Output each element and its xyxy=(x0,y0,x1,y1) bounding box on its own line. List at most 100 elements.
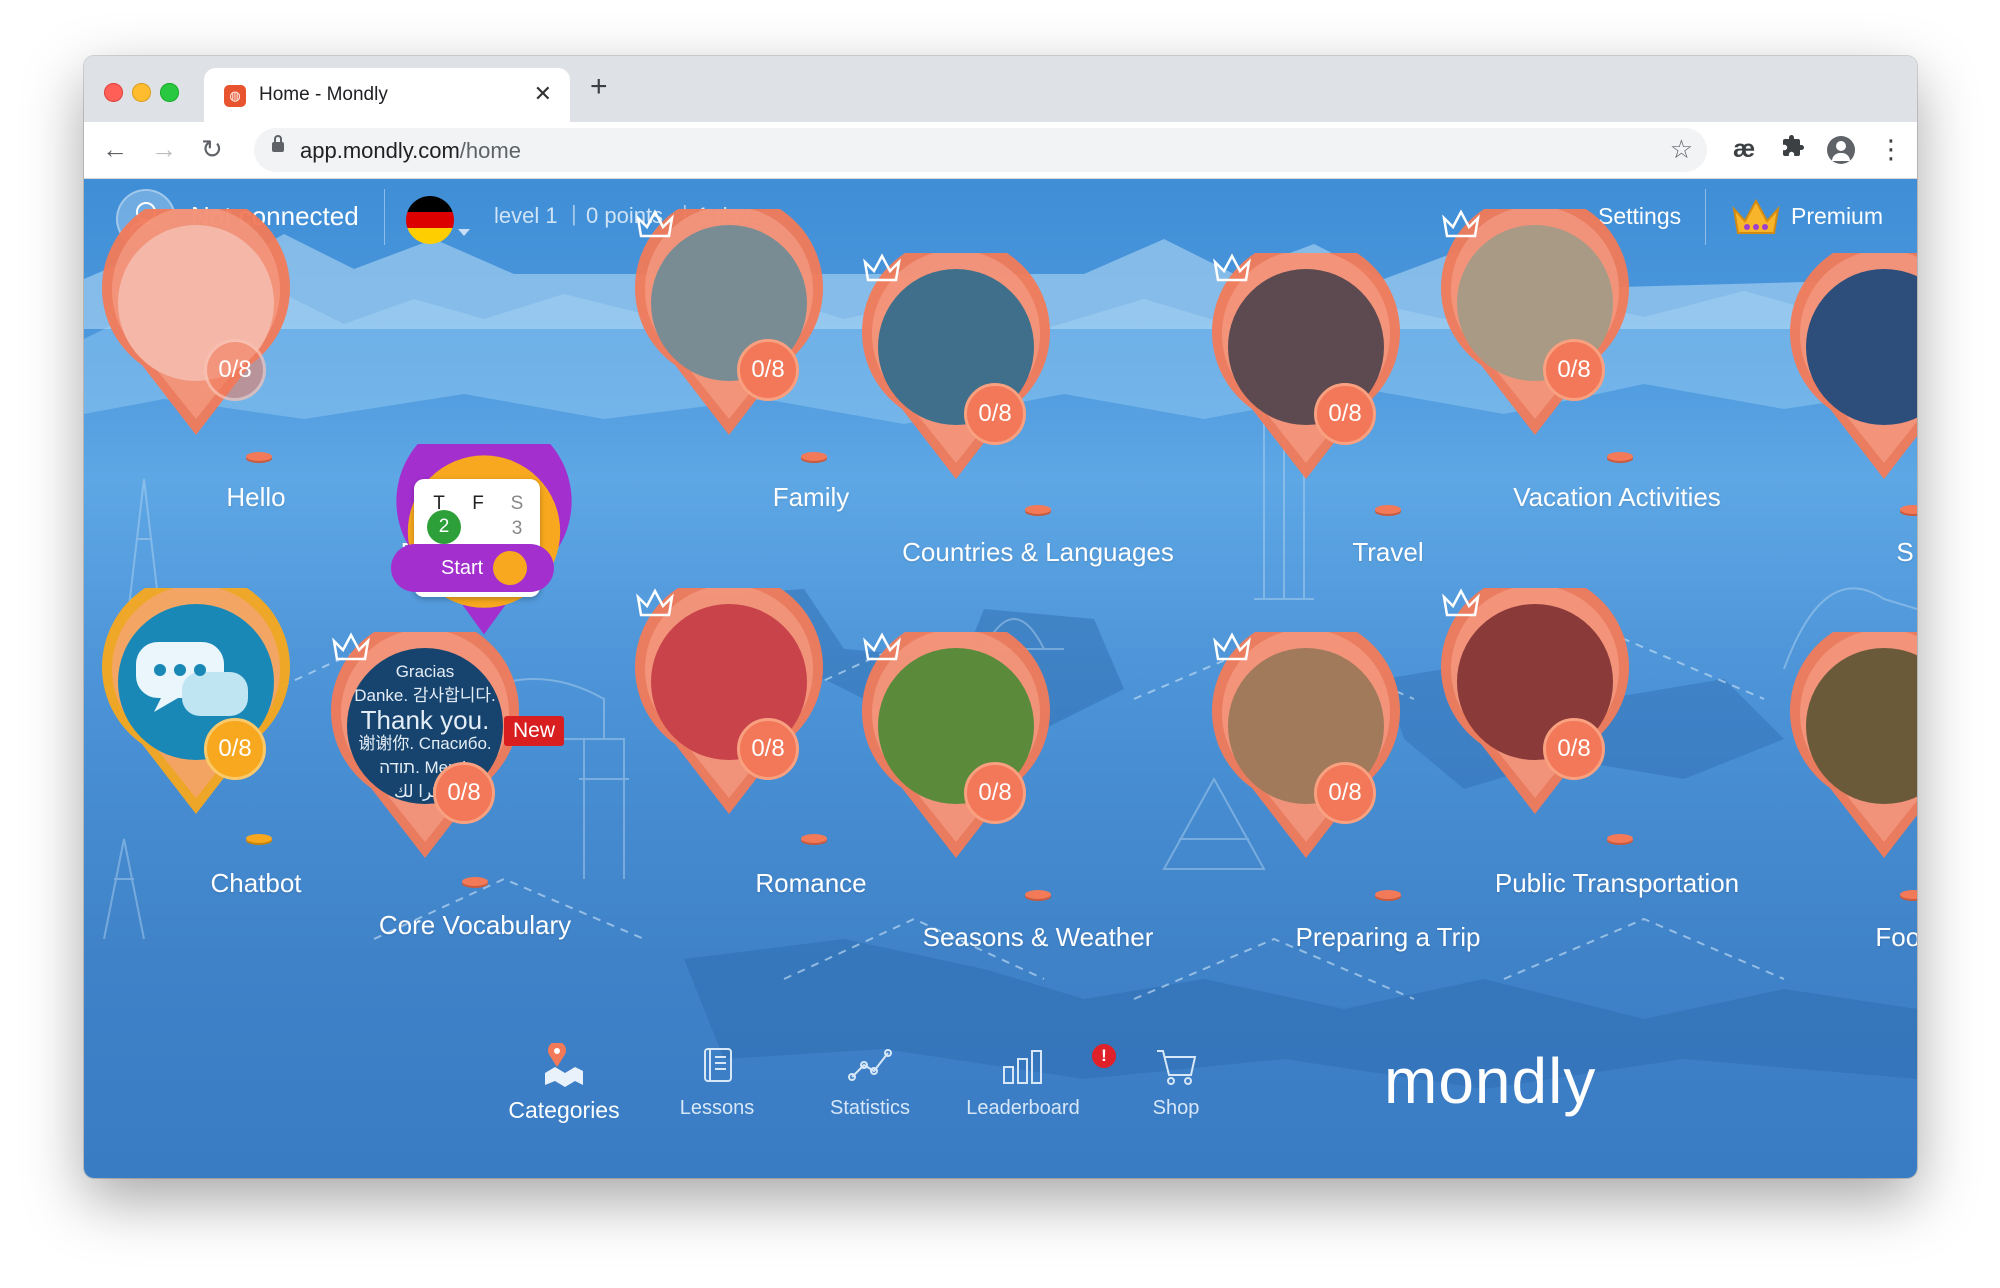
category-pin[interactable]: 0/8 xyxy=(1212,253,1400,485)
progress-badge: 0/8 xyxy=(433,762,495,824)
category-label[interactable]: Seasons & Weather xyxy=(923,922,1154,953)
lock-icon[interactable] xyxy=(272,135,284,152)
category-label[interactable]: Hello xyxy=(226,482,285,513)
category-pin[interactable]: 0/8 xyxy=(635,209,823,441)
premium-crown-icon[interactable] xyxy=(1730,197,1782,239)
progress-badge: 0/8 xyxy=(1314,762,1376,824)
category-pin[interactable]: Gracias Danke. 감사합니다. Thank you. 谢谢你. Спаси… xyxy=(331,632,519,864)
progress-badge: 0/8 xyxy=(1543,718,1605,780)
category-label[interactable]: Vacation Activities xyxy=(1513,482,1721,513)
category-label[interactable]: Countries & Languages xyxy=(902,537,1174,568)
app-header: Not connected level 1 | 0 points | 1 day… xyxy=(84,179,1917,255)
category-label[interactable]: Family xyxy=(773,482,850,513)
browser-menu-icon[interactable]: ⋮ xyxy=(1878,134,1904,164)
category-label[interactable]: Travel xyxy=(1352,537,1423,568)
category-label[interactable]: S xyxy=(1896,537,1913,568)
category-pin[interactable] xyxy=(1790,632,1917,864)
zoom-window-button[interactable] xyxy=(160,83,179,102)
category-label[interactable]: Core Vocabulary xyxy=(379,910,571,941)
category-label[interactable]: Romance xyxy=(755,868,866,899)
back-arrow-icon[interactable]: ← xyxy=(102,134,128,164)
ae-extension-icon[interactable]: æ xyxy=(1733,134,1755,164)
new-tab-button[interactable]: + xyxy=(590,72,608,102)
nav-statistics-label: Statistics xyxy=(829,1097,911,1119)
nav-leaderboard-label: Leaderboard xyxy=(966,1097,1080,1119)
tab-strip: ◍ Home - Mondly ✕ + xyxy=(84,56,1917,122)
pin-shape xyxy=(862,632,1050,858)
nav-shop[interactable]: Shop xyxy=(1106,1043,1246,1120)
calendar-day: 3 xyxy=(511,518,523,539)
browser-tab[interactable]: ◍ Home - Mondly ✕ xyxy=(204,68,570,122)
bottom-navigation: Categories Lessons Statistics Leaderboar… xyxy=(84,1043,1917,1178)
nav-lessons[interactable]: Lessons xyxy=(647,1043,787,1120)
category-pin[interactable]: 0/8 xyxy=(102,209,290,441)
category-pin[interactable]: 0/8 xyxy=(102,588,290,820)
thank-you-word: Gracias xyxy=(395,662,455,681)
category-pin[interactable]: 0/8 xyxy=(1441,588,1629,820)
progress-badge: 0/8 xyxy=(1543,339,1605,401)
pin-base-marker xyxy=(1607,834,1633,843)
category-label[interactable]: Public Transportation xyxy=(1495,868,1739,899)
flag-stripe-black xyxy=(406,196,454,212)
chat-bubble-icon xyxy=(136,642,248,716)
premium-crown-icon xyxy=(1213,253,1251,282)
pin-base-marker xyxy=(1025,890,1051,899)
start-toggle-icon[interactable] xyxy=(493,551,527,585)
category-label[interactable]: Chatbot xyxy=(210,868,301,899)
premium-crown-icon xyxy=(863,632,901,661)
nav-categories[interactable]: Categories xyxy=(494,1043,634,1124)
pin-base-marker xyxy=(246,452,272,461)
premium-crown-icon xyxy=(1213,632,1251,661)
line-chart-icon xyxy=(848,1049,892,1081)
extensions-puzzle-icon[interactable] xyxy=(1781,134,1805,166)
tab-close-icon[interactable]: ✕ xyxy=(534,81,552,107)
premium-crown-icon xyxy=(1442,588,1480,617)
minimize-window-button[interactable] xyxy=(132,83,151,102)
german-flag-icon[interactable] xyxy=(406,196,454,244)
header-divider xyxy=(1705,189,1706,245)
close-window-button[interactable] xyxy=(104,83,123,102)
progress-badge: 0/8 xyxy=(737,339,799,401)
profile-avatar-icon[interactable] xyxy=(1827,136,1855,164)
pin-shape xyxy=(1212,253,1400,479)
nav-statistics[interactable]: Statistics xyxy=(800,1043,940,1120)
premium-crown-icon xyxy=(1442,209,1480,238)
language-dropdown-arrow-icon[interactable] xyxy=(458,229,470,236)
address-bar[interactable]: app.mondly.com/home ☆ xyxy=(254,128,1707,172)
bookmark-star-icon[interactable]: ☆ xyxy=(1670,134,1693,165)
category-pin[interactable]: 0/8 xyxy=(1441,209,1629,441)
category-label[interactable]: Food xyxy=(1875,922,1917,953)
tab-title: Home - Mondly xyxy=(259,84,388,105)
nav-categories-label: Categories xyxy=(508,1097,620,1123)
category-pin[interactable]: 0/8 xyxy=(1212,632,1400,864)
forward-arrow-icon[interactable]: → xyxy=(151,134,177,164)
book-icon xyxy=(704,1048,732,1082)
browser-window: ◍ Home - Mondly ✕ + ← → ↻ app.mondly.com… xyxy=(84,56,1917,1178)
shop-alert-badge: ! xyxy=(1092,1044,1116,1068)
category-pin[interactable] xyxy=(1790,253,1917,485)
browser-toolbar: ← → ↻ app.mondly.com/home ☆ æ ⋮ xyxy=(84,122,1917,179)
pin-shape xyxy=(1212,632,1400,858)
pin-base-marker xyxy=(246,834,272,843)
premium-crown-icon xyxy=(332,632,370,661)
nav-leaderboard[interactable]: Leaderboard xyxy=(953,1043,1093,1120)
progress-badge: 0/8 xyxy=(964,383,1026,445)
flag-stripe-gold xyxy=(406,228,454,244)
mondly-favicon-icon: ◍ xyxy=(224,85,246,107)
bar-chart-icon xyxy=(1003,1050,1042,1084)
url-path: /home xyxy=(459,138,521,163)
pin-shape xyxy=(1441,588,1629,814)
url-text[interactable]: app.mondly.com/home xyxy=(300,138,521,164)
category-pin[interactable]: 0/8 xyxy=(862,253,1050,485)
mondly-app: Not connected level 1 | 0 points | 1 day… xyxy=(84,179,1917,1178)
progress-badge: 0/8 xyxy=(204,339,266,401)
pin-shape xyxy=(1441,209,1629,435)
daily-lesson-start-button[interactable]: Start xyxy=(391,544,554,592)
premium-link[interactable]: Premium xyxy=(1791,203,1883,230)
pin-base-marker xyxy=(1375,505,1401,514)
map-pin-icon xyxy=(545,1043,583,1087)
category-label[interactable]: Preparing a Trip xyxy=(1296,922,1481,953)
category-pin[interactable]: 0/8 xyxy=(635,588,823,820)
reload-icon[interactable]: ↻ xyxy=(201,134,223,164)
category-pin[interactable]: 0/8 xyxy=(862,632,1050,864)
